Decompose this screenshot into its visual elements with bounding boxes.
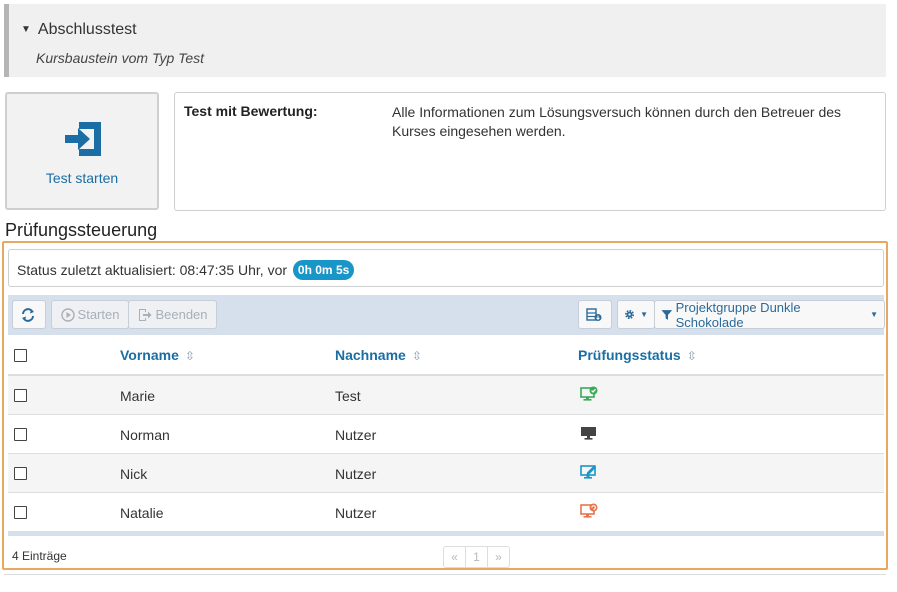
table-toolbar: Starten Beenden ▼ Projektgruppe Dunkle S… — [8, 295, 885, 335]
monitor-edit-icon — [580, 465, 596, 479]
sign-out-icon — [139, 308, 152, 321]
monitor-check-icon — [580, 386, 598, 401]
node-subtitle: Kursbaustein vom Typ Test — [36, 50, 205, 66]
last-name-cell: Nutzer — [335, 505, 377, 521]
chevron-down-icon: ▼ — [640, 310, 648, 319]
table-row[interactable]: Marie Test — [8, 376, 884, 415]
group-filter-label: Projektgruppe Dunkle Schokolade — [675, 299, 801, 330]
column-header-last-name[interactable]: Nachname ⇳ — [335, 347, 422, 363]
row-checkbox[interactable] — [14, 506, 27, 519]
select-all-checkbox[interactable] — [14, 349, 27, 362]
end-exam-button[interactable]: Beenden — [128, 300, 217, 329]
collapse-triangle-icon[interactable]: ▼ — [21, 24, 31, 35]
status-text: Status zuletzt aktualisiert: 08:47:35 Uh… — [17, 262, 288, 278]
enter-icon — [65, 122, 101, 156]
column-header-first-name[interactable]: Vorname ⇳ — [120, 347, 195, 363]
row-checkbox[interactable] — [14, 428, 27, 441]
refresh-button[interactable] — [12, 300, 46, 329]
sort-icon: ⇳ — [411, 349, 422, 363]
table-bottom-bar — [8, 532, 884, 536]
node-title[interactable]: ▼ Abschlusstest — [21, 21, 137, 39]
gear-icon — [625, 309, 635, 320]
course-node-header: ▼ Abschlusstest Kursbaustein vom Typ Test — [4, 4, 886, 77]
pagination: « 1 » — [443, 546, 510, 568]
start-test-label: Test starten — [45, 170, 119, 186]
table-row[interactable]: Norman Nutzer — [8, 415, 884, 454]
start-exam-button[interactable]: Starten — [51, 300, 129, 329]
status-bar: Status zuletzt aktualisiert: 08:47:35 Uh… — [8, 249, 884, 287]
play-circle-icon — [60, 307, 75, 322]
first-name-cell: Marie — [120, 388, 156, 404]
sort-icon: ⇳ — [184, 349, 195, 363]
column-status-label: Prüfungsstatus — [578, 347, 681, 363]
elapsed-badge: 0h 0m 5s — [292, 260, 355, 280]
first-name-cell: Norman — [120, 427, 170, 443]
end-exam-label: Beenden — [155, 307, 208, 322]
column-last-name-label: Nachname — [335, 347, 406, 363]
export-button[interactable] — [578, 300, 612, 329]
start-exam-label: Starten — [77, 307, 120, 322]
monitor-refresh-icon — [580, 503, 598, 518]
last-name-cell: Test — [335, 388, 361, 404]
entry-count: 4 Einträge — [12, 549, 67, 563]
refresh-icon — [21, 307, 34, 322]
row-checkbox[interactable] — [14, 467, 27, 480]
row-checkbox[interactable] — [14, 389, 27, 402]
table-row[interactable]: Nick Nutzer — [8, 454, 884, 493]
group-filter-dropdown[interactable]: Projektgruppe Dunkle Schokolade ▼ — [654, 299, 885, 330]
settings-dropdown-button[interactable]: ▼ — [617, 300, 655, 329]
last-name-cell: Nutzer — [335, 427, 377, 443]
exam-control-panel: Status zuletzt aktualisiert: 08:47:35 Uh… — [2, 241, 888, 570]
pagination-next[interactable]: » — [487, 546, 510, 568]
node-title-text: Abschlusstest — [37, 21, 137, 38]
table-row[interactable]: Natalie Nutzer — [8, 493, 884, 532]
first-name-cell: Natalie — [120, 505, 164, 521]
assessment-info-box: Test mit Bewertung: Alle Informationen z… — [174, 92, 886, 211]
start-test-button[interactable]: Test starten — [5, 92, 159, 210]
pagination-page[interactable]: 1 — [465, 546, 488, 568]
last-name-cell: Nutzer — [335, 466, 377, 482]
pagination-prev[interactable]: « — [443, 546, 466, 568]
status-text-wrapper: Status zuletzt aktualisiert: 08:47:35 Uh… — [17, 260, 355, 281]
column-header-exam-status[interactable]: Prüfungsstatus ⇳ — [578, 347, 697, 363]
filter-icon — [661, 309, 673, 320]
column-first-name-label: Vorname — [120, 347, 179, 363]
sort-icon: ⇳ — [686, 349, 697, 363]
section-title: Prüfungssteuerung — [5, 220, 158, 240]
chevron-down-icon: ▼ — [870, 310, 878, 319]
assessment-info-value: Alle Informationen zum Lösungsversuch kö… — [392, 104, 842, 139]
table-header: Vorname ⇳ Nachname ⇳ Prüfungsstatus ⇳ — [8, 335, 884, 376]
monitor-icon — [581, 427, 596, 440]
divider — [4, 574, 886, 575]
table-export-icon — [585, 307, 601, 321]
first-name-cell: Nick — [120, 466, 148, 482]
assessment-info-key: Test mit Bewertung: — [184, 103, 318, 119]
